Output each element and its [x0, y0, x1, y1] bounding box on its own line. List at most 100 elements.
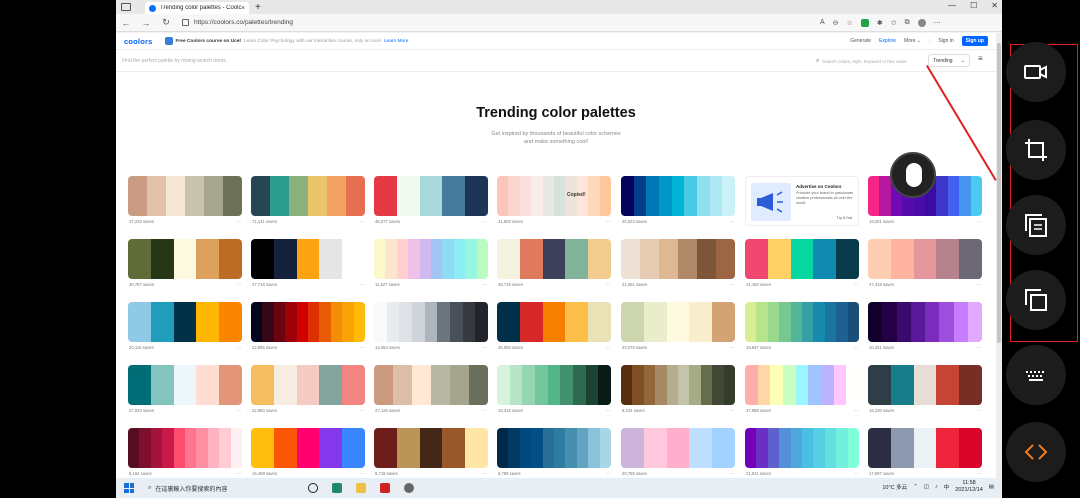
color-swatch[interactable]: [308, 302, 320, 342]
color-swatch[interactable]: [412, 365, 431, 405]
color-swatch[interactable]: [913, 365, 937, 405]
task-view-icon[interactable]: [308, 483, 318, 493]
color-swatch[interactable]: [519, 176, 532, 216]
color-swatch[interactable]: [412, 302, 425, 342]
color-swatch[interactable]: [273, 239, 297, 279]
palette-card[interactable]: 71,141 saves ···: [251, 176, 365, 224]
color-swatch[interactable]: [659, 176, 672, 216]
color-swatch[interactable]: [196, 365, 220, 405]
palette-swatch[interactable]: [497, 302, 611, 342]
color-swatch[interactable]: [476, 239, 488, 279]
promo-learn-more-link[interactable]: Learn More: [384, 39, 409, 44]
color-swatch[interactable]: [700, 365, 713, 405]
page-scrollbar[interactable]: [996, 33, 1002, 478]
windows-start-icon[interactable]: [124, 483, 134, 493]
color-swatch[interactable]: [319, 239, 343, 279]
notification-icon[interactable]: ▤: [989, 484, 994, 490]
color-swatch[interactable]: [219, 365, 242, 405]
color-swatch[interactable]: [565, 302, 589, 342]
color-swatch[interactable]: [821, 365, 834, 405]
crop-button[interactable]: [1006, 120, 1066, 180]
file-explorer-icon[interactable]: [356, 483, 366, 493]
color-swatch[interactable]: [836, 428, 848, 468]
color-swatch[interactable]: [745, 365, 758, 405]
zoom-icon[interactable]: ⊖: [833, 19, 839, 27]
color-swatch[interactable]: [270, 176, 289, 216]
color-swatch[interactable]: [621, 365, 633, 405]
more-options-icon[interactable]: ···: [606, 345, 610, 350]
palette-card[interactable]: 11,527 saves ···: [374, 239, 488, 287]
color-swatch[interactable]: [508, 428, 520, 468]
palette-card[interactable]: 15,230 saves ···: [868, 365, 982, 413]
color-swatch[interactable]: [431, 239, 443, 279]
extension-icon[interactable]: [860, 18, 869, 27]
color-swatch[interactable]: [824, 302, 837, 342]
color-swatch[interactable]: [519, 239, 543, 279]
color-swatch[interactable]: [128, 176, 147, 216]
keyboard-button[interactable]: [1006, 345, 1066, 405]
more-options-icon[interactable]: ···: [237, 345, 241, 350]
color-swatch[interactable]: [442, 239, 454, 279]
color-swatch[interactable]: [185, 428, 197, 468]
color-swatch[interactable]: [847, 302, 859, 342]
color-swatch[interactable]: [542, 239, 566, 279]
color-swatch[interactable]: [453, 239, 466, 279]
color-swatch[interactable]: [913, 428, 937, 468]
more-options-icon[interactable]: ···: [730, 471, 734, 476]
palette-card[interactable]: 16,408 saves ···: [251, 428, 365, 476]
color-swatch[interactable]: [588, 176, 600, 216]
more-options-icon[interactable]: ···: [730, 345, 734, 350]
palette-swatch[interactable]: [745, 428, 859, 468]
color-swatch[interactable]: [925, 302, 940, 342]
color-swatch[interactable]: [666, 428, 690, 468]
color-swatch[interactable]: [419, 428, 443, 468]
color-swatch[interactable]: [813, 302, 825, 342]
color-swatch[interactable]: [712, 428, 735, 468]
color-swatch[interactable]: [173, 302, 197, 342]
color-swatch[interactable]: [462, 302, 476, 342]
color-swatch[interactable]: [465, 428, 488, 468]
color-swatch[interactable]: [262, 302, 274, 342]
color-swatch[interactable]: [207, 428, 220, 468]
color-swatch[interactable]: [230, 428, 242, 468]
color-swatch[interactable]: [959, 365, 982, 405]
color-swatch[interactable]: [346, 176, 365, 216]
color-swatch[interactable]: [251, 428, 274, 468]
coolors-logo[interactable]: coolors: [124, 37, 153, 46]
taskbar-search[interactable]: ⌕ 在這裏輸入你要搜索的內容: [148, 484, 288, 493]
settings-more-icon[interactable]: ⋯: [934, 19, 941, 27]
color-swatch[interactable]: [959, 428, 982, 468]
palette-swatch[interactable]: [745, 239, 859, 279]
color-swatch[interactable]: [882, 302, 897, 342]
color-swatch[interactable]: [588, 302, 611, 342]
more-options-icon[interactable]: ···: [977, 219, 981, 224]
more-options-icon[interactable]: ···: [483, 408, 487, 413]
palette-swatch[interactable]: [374, 302, 488, 342]
color-swatch[interactable]: [251, 302, 263, 342]
color-swatch[interactable]: [185, 176, 204, 216]
color-swatch[interactable]: [936, 239, 960, 279]
color-swatch[interactable]: [173, 239, 197, 279]
back-icon[interactable]: ←: [116, 18, 136, 28]
nav-more[interactable]: More ⌄: [904, 38, 921, 44]
advertisement-card[interactable]: Advertise on Coolors Promote your brand …: [745, 176, 859, 226]
more-options-icon[interactable]: ···: [977, 471, 981, 476]
more-options-icon[interactable]: ···: [237, 408, 241, 413]
color-swatch[interactable]: [847, 428, 859, 468]
color-swatch[interactable]: [162, 428, 174, 468]
color-swatch[interactable]: [868, 428, 891, 468]
color-swatch[interactable]: [890, 365, 914, 405]
color-swatch[interactable]: [531, 176, 543, 216]
color-swatch[interactable]: [659, 239, 678, 279]
palette-swatch[interactable]: [868, 302, 982, 342]
color-swatch[interactable]: [374, 365, 393, 405]
color-swatch[interactable]: [879, 176, 891, 216]
color-swatch[interactable]: [296, 428, 320, 468]
color-swatch[interactable]: [508, 176, 520, 216]
hamburger-menu-icon[interactable]: ≡: [978, 54, 983, 63]
color-swatch[interactable]: [465, 239, 477, 279]
nav-generate[interactable]: Generate: [850, 38, 871, 44]
color-swatch[interactable]: [795, 365, 809, 405]
palette-swatch[interactable]: [251, 302, 365, 342]
color-swatch[interactable]: [150, 239, 174, 279]
